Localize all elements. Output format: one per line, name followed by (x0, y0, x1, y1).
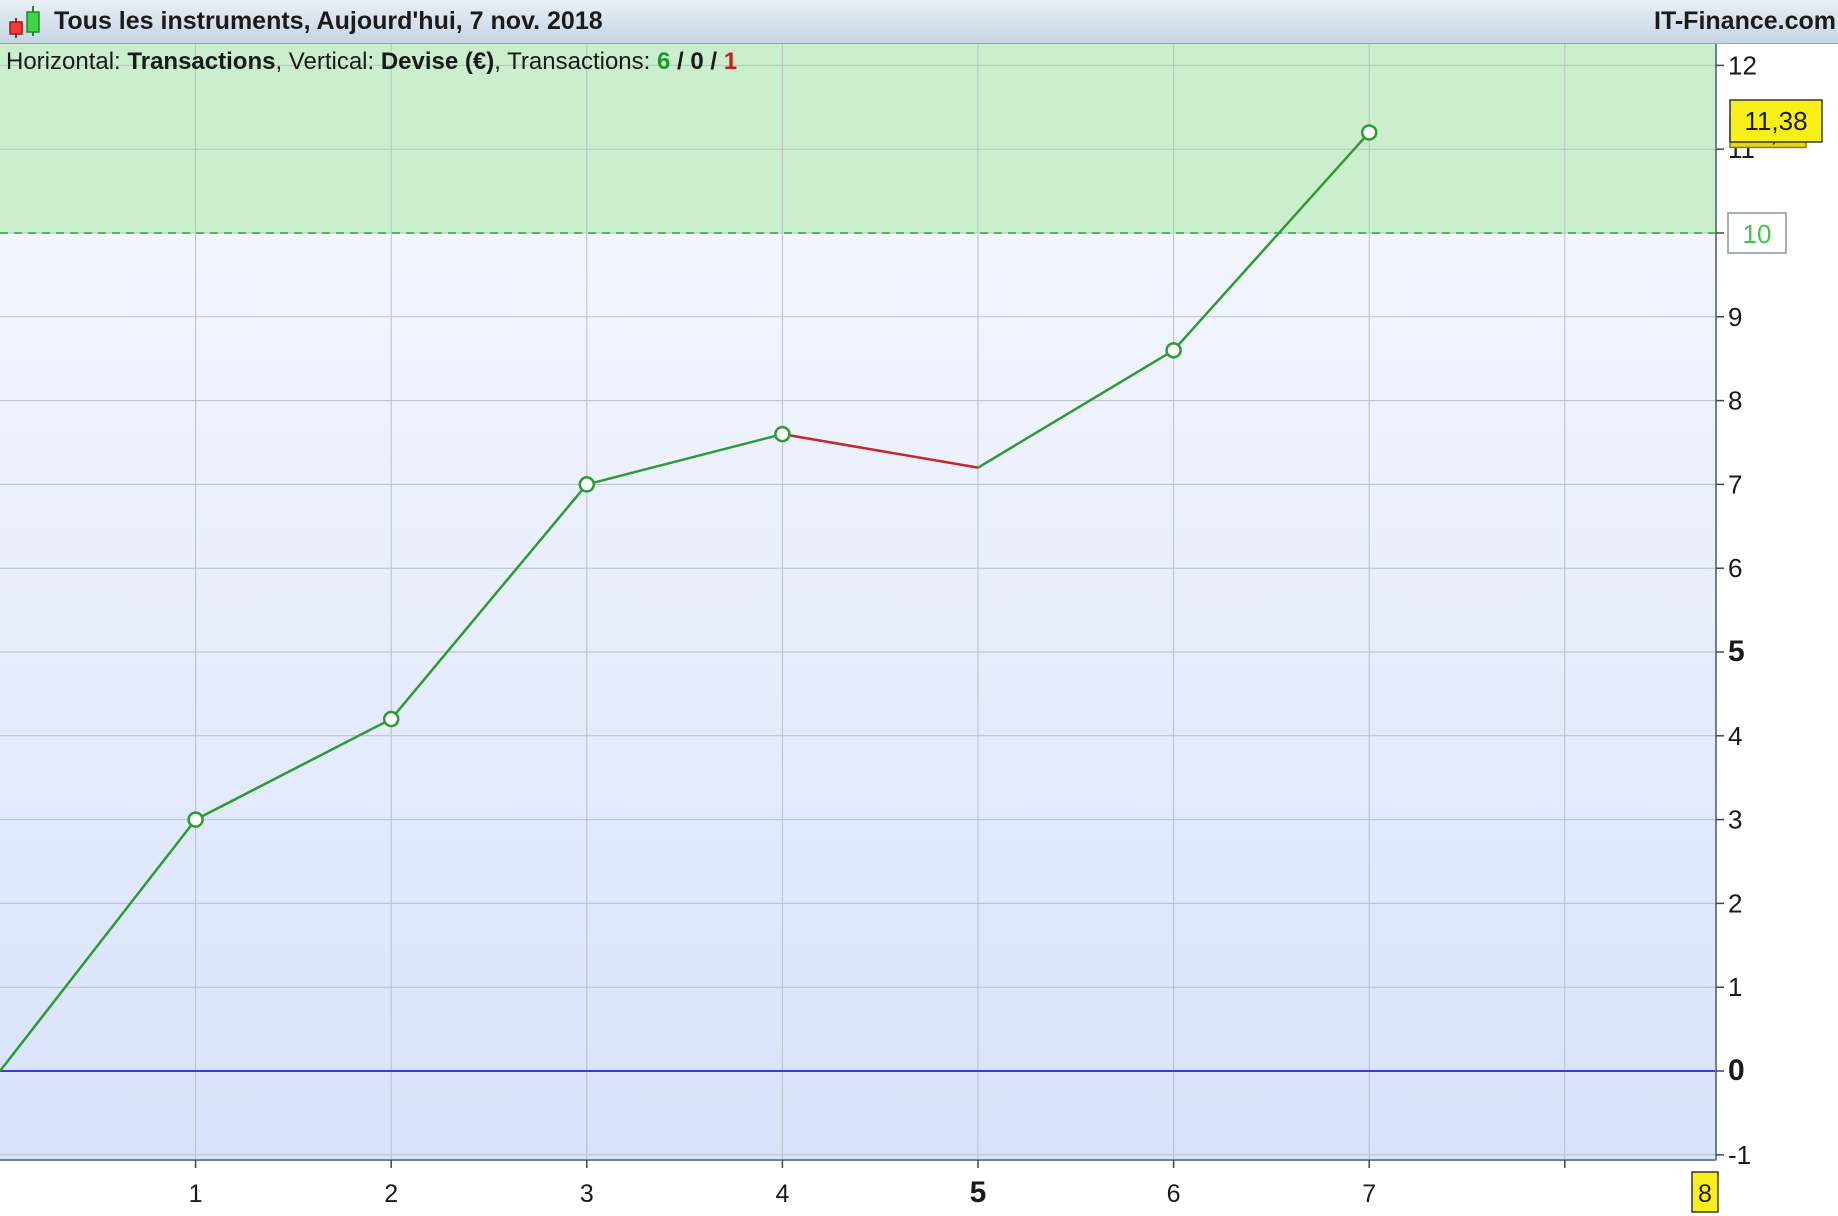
equity-curve-chart[interactable]: -101234567891112 1234567 11,21011,388 (0, 0, 1838, 1216)
y-tick-label: 0 (1728, 1054, 1745, 1087)
neutral-trades-count: 0 (690, 48, 704, 75)
x-tick-label: 5 (970, 1176, 987, 1209)
separator: / (670, 48, 691, 75)
x-tick-label: 1 (189, 1180, 203, 1208)
winning-trades-count: 6 (656, 48, 671, 75)
y-tick-label: 6 (1728, 553, 1742, 583)
y-tick-label: 3 (1728, 805, 1742, 835)
y-tick-label: 7 (1728, 469, 1742, 499)
current-value-badge-label: 11,38 (1744, 106, 1807, 136)
trade-point (1165, 342, 1182, 359)
x-tick-label: 4 (775, 1180, 789, 1208)
horizontal-value: Transactions (127, 48, 276, 75)
horizontal-label: Horizontal: (6, 48, 121, 75)
y-tick-label: 8 (1728, 386, 1742, 416)
y-tick-label: 9 (1728, 302, 1742, 332)
threshold-badge-label: 10 (1743, 219, 1772, 249)
y-tick-label: 2 (1728, 888, 1742, 918)
vertical-label: , Vertical: (275, 48, 375, 75)
x-tick-label: 7 (1362, 1180, 1376, 1208)
x-axis-ticks: 1 2 3 4 5 6 7 (189, 1160, 1566, 1209)
x-tick-label: 2 (384, 1180, 398, 1208)
trade-point (187, 811, 204, 828)
vertical-value: Devise (€) (380, 48, 495, 75)
separator: / (703, 48, 724, 75)
x-tick-label: 3 (580, 1180, 594, 1208)
y-tick-label: 1 (1728, 972, 1742, 1002)
transactions-label: , Transactions: (494, 48, 651, 75)
y-tick-label: 5 (1728, 635, 1745, 668)
x-tick-label: 6 (1167, 1180, 1181, 1208)
losing-trades-count: 1 (723, 48, 738, 75)
trade-point (1360, 124, 1378, 141)
y-tick-label: 12 (1728, 50, 1757, 80)
trade-point (382, 710, 400, 728)
current-x-badge-label: 8 (1698, 1180, 1712, 1208)
chart-legend-info: Horizontal: Transactions, Vertical: Devi… (6, 48, 737, 76)
trade-point (774, 425, 791, 443)
trade-point (578, 476, 596, 493)
y-tick-label: 4 (1728, 721, 1742, 751)
y-tick-label: -1 (1728, 1140, 1751, 1170)
